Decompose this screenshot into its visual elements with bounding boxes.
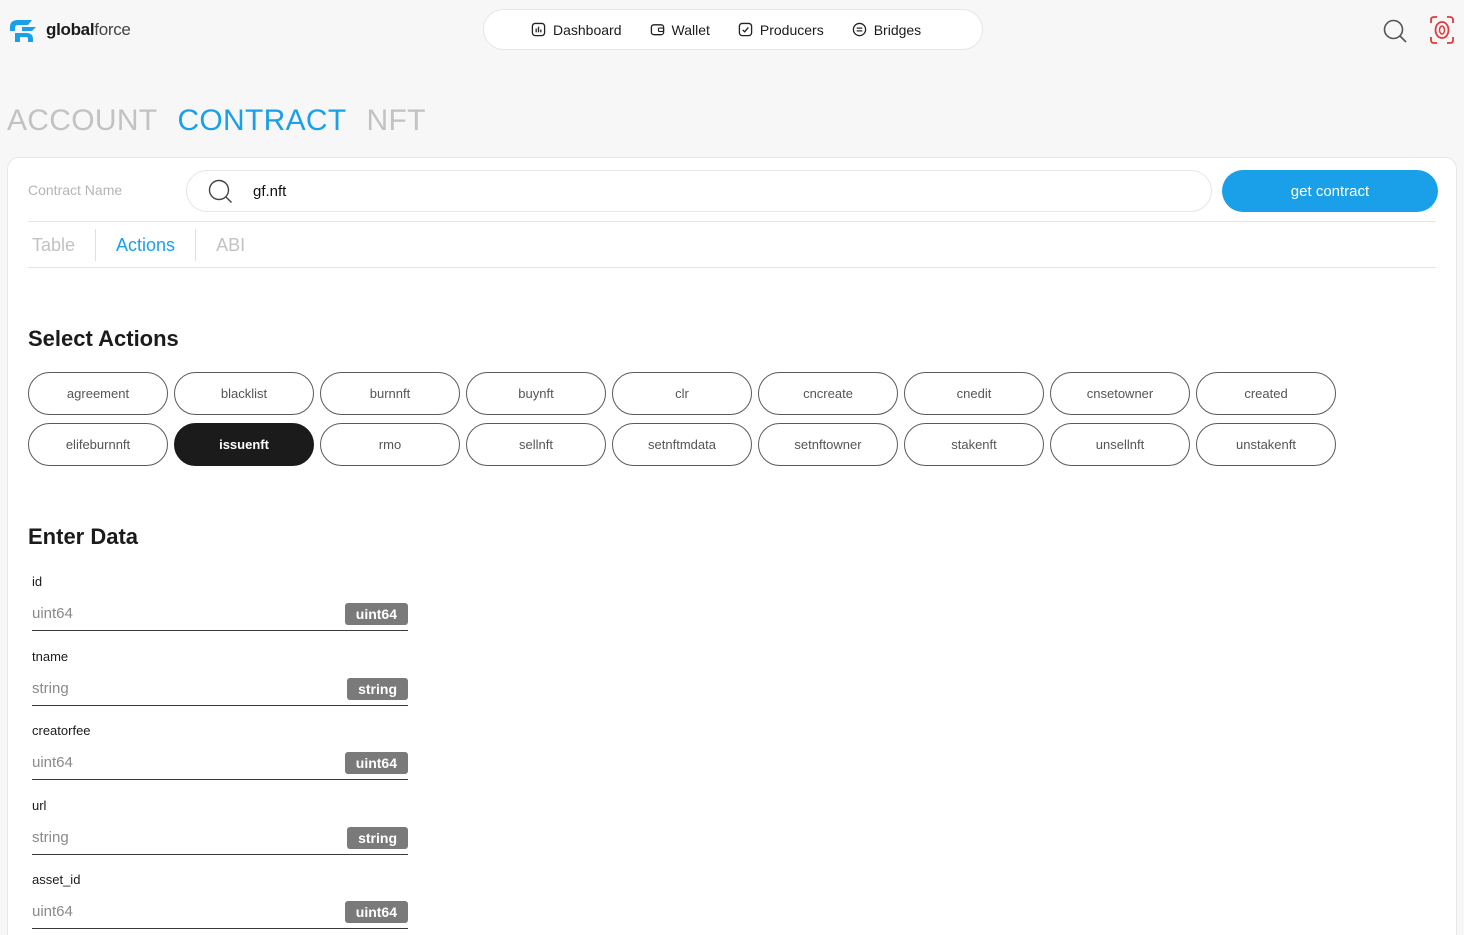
nav-producers[interactable]: Producers <box>738 22 824 38</box>
field-placeholder: uint64 <box>32 754 73 771</box>
nav-wallet-label: Wallet <box>671 21 710 38</box>
action-button[interactable]: unstakenft <box>1196 423 1336 466</box>
account-badge-icon[interactable] <box>1425 13 1459 47</box>
bridges-icon <box>852 22 866 37</box>
field-tname: tname string string <box>28 649 408 724</box>
field-input[interactable]: string string <box>32 822 408 855</box>
field-input[interactable]: string string <box>32 673 408 706</box>
nav-wallet[interactable]: Wallet <box>650 22 710 38</box>
action-button[interactable]: stakenft <box>904 423 1044 466</box>
data-fields: id uint64 uint64 tname string string cre… <box>28 574 408 935</box>
action-button[interactable]: cncreate <box>758 372 898 415</box>
action-button[interactable]: sellnft <box>466 423 606 466</box>
contract-name-input[interactable]: gf.nft <box>186 170 1212 212</box>
action-button[interactable]: clr <box>612 372 752 415</box>
action-button[interactable]: cnedit <box>904 372 1044 415</box>
contract-sub-tabs: Table Actions ABI <box>28 228 265 262</box>
action-button[interactable]: cnsetowner <box>1050 372 1190 415</box>
section-tabs: ACCOUNT CONTRACT NFT <box>7 104 426 138</box>
action-button[interactable]: agreement <box>28 372 168 415</box>
field-placeholder: uint64 <box>32 903 73 920</box>
field-asset-id: asset_id uint64 uint64 <box>28 872 408 935</box>
type-badge: uint64 <box>344 603 408 625</box>
contract-card: Contract Name gf.nft get contract Table … <box>7 157 1457 935</box>
tab-nft[interactable]: NFT <box>367 104 426 138</box>
tab-account[interactable]: ACCOUNT <box>7 104 157 138</box>
search-icon <box>208 179 232 203</box>
action-button[interactable]: rmo <box>320 423 460 466</box>
producers-icon <box>738 22 753 37</box>
type-badge: uint64 <box>344 901 408 923</box>
field-input[interactable]: uint64 uint64 <box>32 598 408 631</box>
field-label: tname <box>32 648 69 664</box>
search-icon[interactable] <box>1382 18 1408 44</box>
nav-producers-label: Producers <box>759 21 824 38</box>
contract-name-label: Contract Name <box>28 182 123 198</box>
logo[interactable]: globalforce <box>6 15 131 45</box>
action-button[interactable]: setnftmdata <box>612 423 752 466</box>
top-navigation: Dashboard Wallet Producers Bridges <box>483 9 983 50</box>
field-id: id uint64 uint64 <box>28 574 408 649</box>
field-creatorfee: creatorfee uint64 uint64 <box>28 723 408 798</box>
tab-contract[interactable]: CONTRACT <box>177 104 346 138</box>
logo-mark-icon <box>10 20 36 42</box>
logo-text: globalforce <box>46 20 131 39</box>
field-placeholder: uint64 <box>32 605 73 622</box>
divider <box>28 267 1436 268</box>
get-contract-button[interactable]: get contract <box>1222 170 1438 212</box>
tab-table[interactable]: Table <box>28 228 95 262</box>
wallet-icon <box>650 24 664 36</box>
action-button[interactable]: created <box>1196 372 1336 415</box>
type-badge: string <box>347 826 408 849</box>
action-button-selected[interactable]: issuenft <box>174 423 314 466</box>
field-label: url <box>32 797 47 813</box>
action-button[interactable]: unsellnft <box>1050 423 1190 466</box>
action-list: agreement blacklist burnnft buynft clr c… <box>28 372 1348 466</box>
field-input[interactable]: uint64 uint64 <box>32 896 408 929</box>
divider <box>28 221 1436 222</box>
nav-dashboard[interactable]: Dashboard <box>531 22 622 38</box>
action-button[interactable]: burnnft <box>320 372 460 415</box>
field-placeholder: string <box>32 828 69 846</box>
dashboard-icon <box>531 22 546 37</box>
type-badge: string <box>347 677 408 700</box>
action-button[interactable]: blacklist <box>174 372 314 415</box>
contract-name-value: gf.nft <box>253 182 287 200</box>
field-placeholder: string <box>32 679 69 697</box>
field-label: creatorfee <box>32 723 91 738</box>
nav-bridges[interactable]: Bridges <box>852 22 921 38</box>
action-button[interactable]: buynft <box>466 372 606 415</box>
field-url: url string string <box>28 798 408 873</box>
action-button[interactable]: elifeburnnft <box>28 423 168 466</box>
tab-abi[interactable]: ABI <box>196 228 265 262</box>
nav-dashboard-label: Dashboard <box>553 21 622 38</box>
select-actions-heading: Select Actions <box>28 326 179 351</box>
field-label: asset_id <box>32 872 81 887</box>
enter-data-heading: Enter Data <box>28 524 139 549</box>
nav-bridges-label: Bridges <box>873 21 922 38</box>
type-badge: uint64 <box>344 752 408 774</box>
action-button[interactable]: setnftowner <box>758 423 898 466</box>
field-input[interactable]: uint64 uint64 <box>32 747 408 780</box>
tab-actions[interactable]: Actions <box>96 228 195 262</box>
field-label: id <box>32 574 43 589</box>
